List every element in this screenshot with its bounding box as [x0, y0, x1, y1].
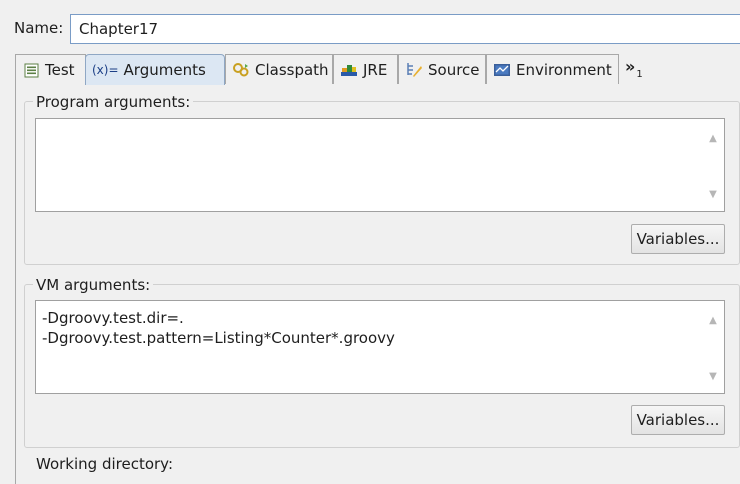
scroll-down-icon[interactable]: ▼	[707, 371, 719, 383]
jre-icon	[340, 61, 358, 79]
program-arguments-variables-button[interactable]: Variables...	[631, 224, 725, 254]
scroll-up-icon[interactable]: ▲	[707, 133, 719, 145]
classpath-icon	[232, 61, 250, 79]
scroll-down-icon[interactable]: ▼	[707, 189, 719, 201]
chevron-right-icon: »	[625, 57, 636, 76]
overflow-count: 1	[636, 69, 643, 80]
tab-label: JRE	[363, 61, 388, 79]
tab-classpath[interactable]: Classpath	[225, 54, 333, 85]
program-arguments-scrollbar[interactable]: ▲ ▼	[702, 119, 724, 211]
program-arguments-title: Program arguments:	[33, 93, 194, 111]
tab-label: Environment	[516, 61, 612, 79]
environment-icon	[493, 61, 511, 79]
vm-arguments-scrollbar[interactable]: ▲ ▼	[702, 301, 724, 393]
program-arguments-text	[36, 119, 724, 126]
name-label: Name:	[14, 19, 64, 37]
tab-label: Arguments	[123, 61, 206, 79]
program-arguments-textarea[interactable]: ▲ ▼	[35, 118, 725, 212]
working-directory-title: Working directory:	[33, 455, 177, 473]
tab-label: Test	[45, 61, 75, 79]
tab-label: Source	[428, 61, 480, 79]
tab-test[interactable]: Test	[15, 54, 86, 85]
tab-overflow-button[interactable]: » 1	[625, 54, 643, 84]
arguments-icon: (x)=	[92, 63, 119, 77]
name-input[interactable]	[70, 14, 740, 44]
source-icon	[405, 61, 423, 79]
tab-source[interactable]: Source	[398, 54, 486, 85]
test-icon	[22, 61, 40, 79]
vm-arguments-title: VM arguments:	[33, 276, 154, 294]
tab-jre[interactable]: JRE	[333, 54, 398, 85]
tab-arguments[interactable]: (x)= Arguments	[85, 54, 225, 85]
vm-arguments-text: -Dgroovy.test.dir=. -Dgroovy.test.patter…	[42, 309, 395, 347]
tab-environment[interactable]: Environment	[486, 54, 619, 85]
vm-arguments-textarea[interactable]: -Dgroovy.test.dir=. -Dgroovy.test.patter…	[35, 300, 725, 394]
scroll-up-icon[interactable]: ▲	[707, 315, 719, 327]
vm-arguments-variables-button[interactable]: Variables...	[631, 405, 725, 435]
tab-label: Classpath	[255, 61, 329, 79]
